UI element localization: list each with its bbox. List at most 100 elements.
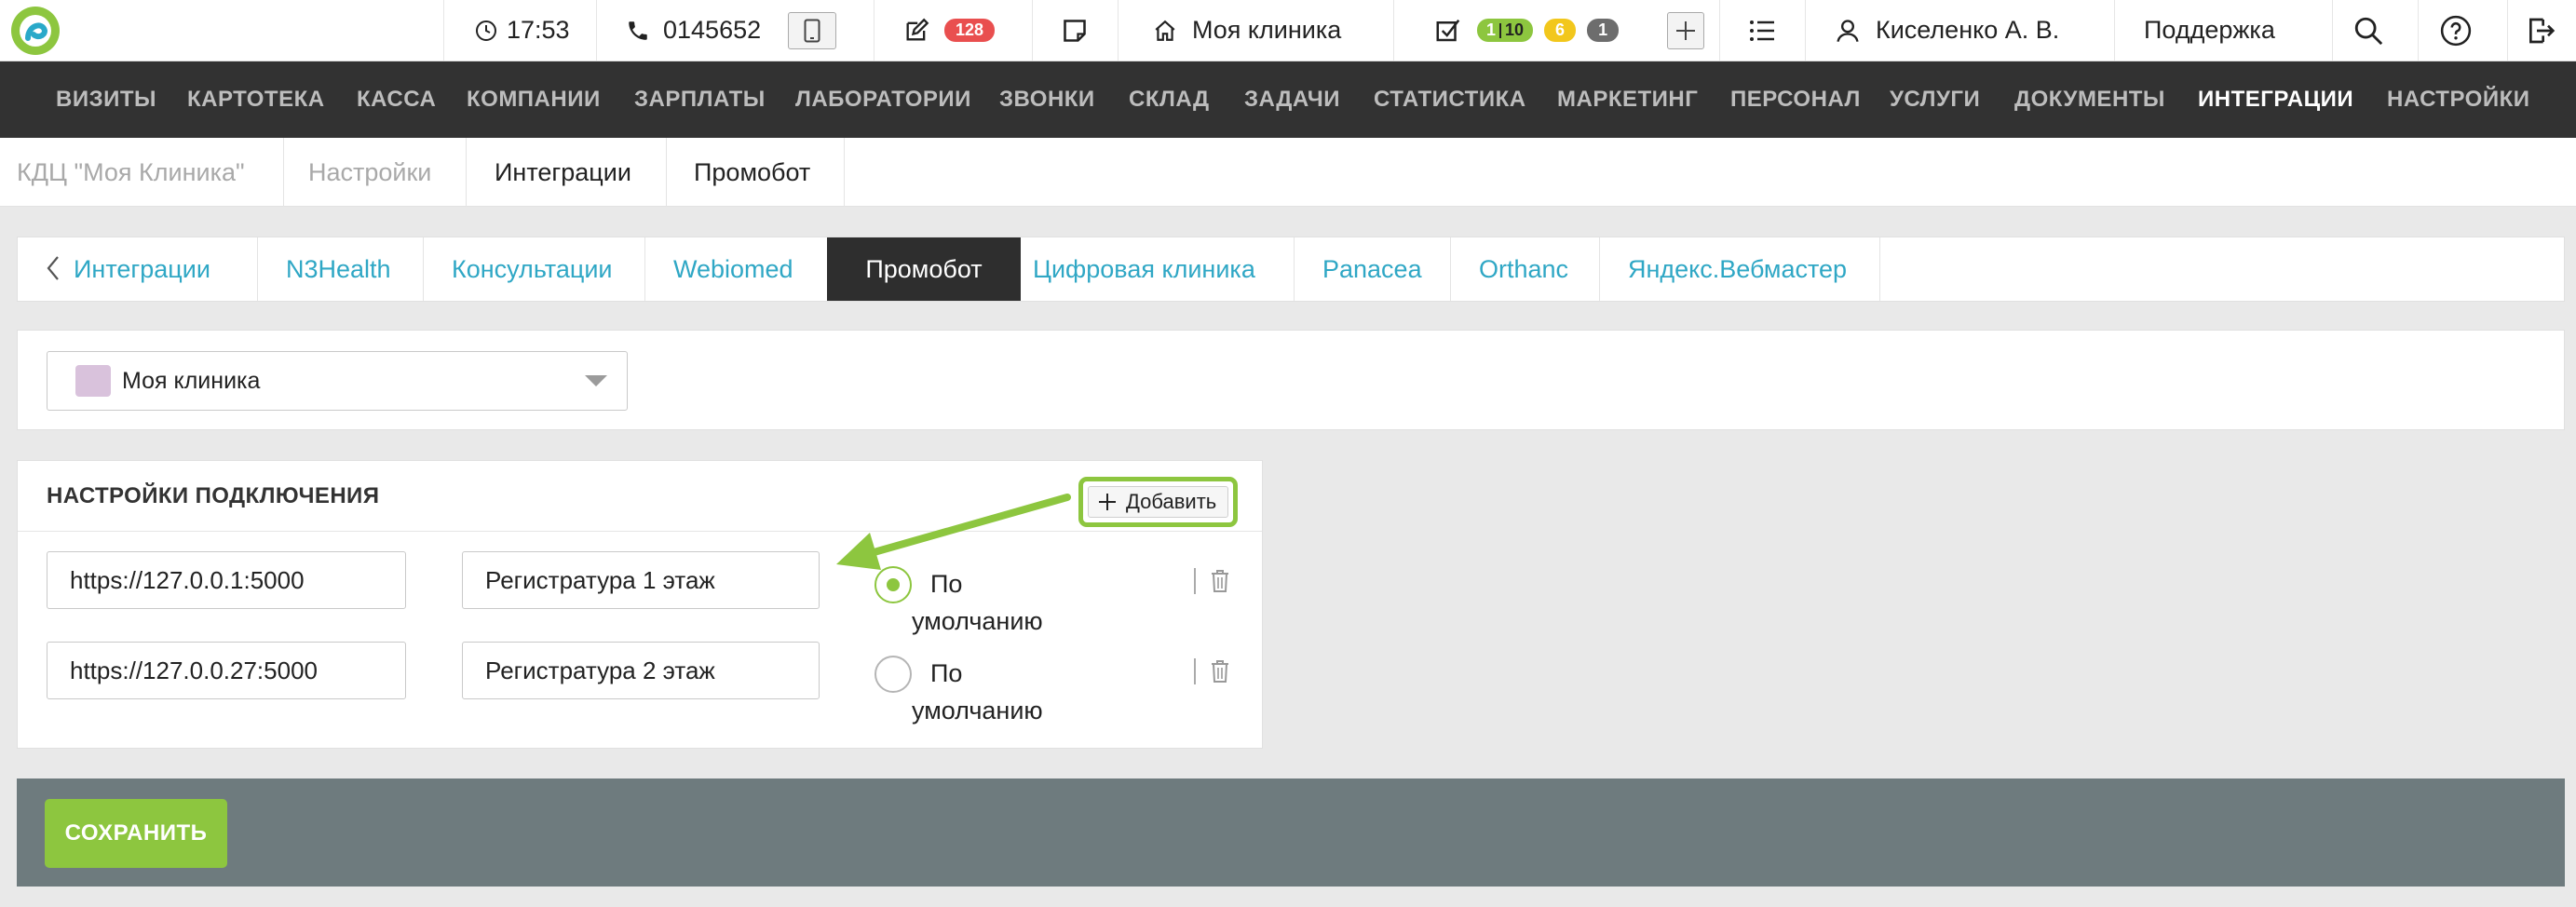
- connection-url-input[interactable]: https://127.0.0.1:5000: [47, 551, 406, 609]
- nav-item-tasks[interactable]: ЗАДАЧИ: [1244, 61, 1340, 138]
- app-logo[interactable]: [9, 0, 61, 61]
- sticky-note-button[interactable]: [1062, 0, 1088, 61]
- tab-yandex-webmaster[interactable]: Яндекс.Вебмастер: [1628, 237, 1847, 301]
- clock-widget: 17:53: [475, 0, 570, 61]
- default-radio-unselected[interactable]: [874, 656, 912, 693]
- connection-settings-title: НАСТРОЙКИ ПОДКЛЮЧЕНИЯ: [47, 483, 380, 508]
- phone-icon: [629, 20, 647, 40]
- connection-settings-card: НАСТРОЙКИ ПОДКЛЮЧЕНИЯ Добавить https://1…: [17, 460, 1263, 749]
- tab-promobot[interactable]: Промобот: [827, 237, 1021, 301]
- tasks-gray-badge: 1: [1587, 19, 1620, 42]
- nav-item-documents[interactable]: ДОКУМЕНТЫ: [2014, 61, 2165, 138]
- add-task-button[interactable]: [1667, 0, 1704, 61]
- user-icon: [1837, 19, 1859, 42]
- breadcrumb-promobot: Промобот: [694, 158, 811, 186]
- connection-settings-header: НАСТРОЙКИ ПОДКЛЮЧЕНИЯ Добавить: [18, 461, 1262, 532]
- clinic-select-value: Моя клиника: [122, 368, 261, 394]
- user-menu[interactable]: Киселенко А. В.: [1835, 0, 2059, 61]
- top-bar: 17:53 0145652 128 Моя клиника 1 10 6 1 К…: [0, 0, 2576, 61]
- connection-url-input[interactable]: https://127.0.0.27:5000: [47, 642, 406, 699]
- help-icon: [2440, 15, 2472, 46]
- clinic-switcher[interactable]: Моя клиника: [1153, 0, 1341, 61]
- footer-bar: СОХРАНИТЬ: [17, 778, 2565, 887]
- tab-back-label: Интеграции: [74, 255, 210, 283]
- trash-icon[interactable]: [1210, 569, 1230, 593]
- tab-webiomed[interactable]: Webiomed: [673, 237, 793, 301]
- tasks-total-count: 10: [1505, 20, 1525, 39]
- nav-item-patients[interactable]: КАРТОТЕКА: [187, 61, 325, 138]
- connection-name-input[interactable]: Регистратура 1 этаж: [462, 551, 820, 609]
- main-nav: ВИЗИТЫ КАРТОТЕКА КАССА КОМПАНИИ ЗАРПЛАТЫ…: [0, 61, 2576, 138]
- clinic-color-swatch: [75, 365, 111, 397]
- nav-item-labs[interactable]: ЛАБОРАТОРИИ: [795, 61, 971, 138]
- default-radio-label-line2: умолчанию: [912, 607, 1043, 635]
- save-button[interactable]: СОХРАНИТЬ: [45, 799, 227, 868]
- tab-n3health[interactable]: N3Health: [286, 237, 391, 301]
- checkbox-tasks-icon: [1436, 19, 1460, 41]
- nav-item-integrations[interactable]: ИНТЕГРАЦИИ: [2198, 61, 2353, 138]
- nav-item-cash[interactable]: КАССА: [357, 61, 436, 138]
- tab-panacea[interactable]: Panacea: [1322, 237, 1422, 301]
- mobile-icon: [804, 19, 820, 42]
- phone-number: 0145652: [663, 16, 762, 44]
- phone-widget[interactable]: 0145652: [626, 0, 761, 61]
- clinic-select[interactable]: Моя клиника: [47, 351, 628, 411]
- add-button-highlight: Добавить: [1078, 477, 1238, 527]
- list-icon: [1750, 20, 1774, 41]
- tab-back-integrations[interactable]: Интеграции: [46, 237, 210, 301]
- add-connection-button[interactable]: Добавить: [1088, 486, 1228, 518]
- connection-name-input[interactable]: Регистратура 2 этаж: [462, 642, 820, 699]
- default-radio-label-line1: По: [930, 570, 963, 598]
- sticky-note-icon: [1064, 19, 1086, 42]
- help-button[interactable]: [2440, 0, 2472, 61]
- tasks-yellow-badge: 6: [1544, 19, 1577, 42]
- nav-item-statistics[interactable]: СТАТИСТИКА: [1374, 61, 1526, 138]
- clock-icon: [476, 20, 496, 41]
- logo-icon: [11, 6, 60, 55]
- tasks-widget[interactable]: 1 10 6 1: [1434, 0, 1620, 61]
- nav-item-services[interactable]: УСЛУГИ: [1890, 61, 1980, 138]
- logout-button[interactable]: [2526, 0, 2556, 61]
- breadcrumb-settings[interactable]: Настройки: [308, 138, 431, 207]
- menu-list-button[interactable]: [1749, 0, 1775, 61]
- notes-widget[interactable]: 128: [903, 0, 996, 61]
- plus-icon: [1099, 494, 1116, 510]
- default-radio-label-line2: умолчанию: [912, 697, 1043, 724]
- caret-down-icon: [585, 375, 607, 386]
- breadcrumb-company[interactable]: КДЦ "Моя Клиника": [17, 138, 245, 207]
- nav-item-marketing[interactable]: МАРКЕТИНГ: [1557, 61, 1698, 138]
- default-radio-selected[interactable]: [874, 566, 912, 603]
- breadcrumb-integrations[interactable]: Интеграции: [495, 138, 631, 207]
- clinic-name: Моя клиника: [1192, 16, 1342, 44]
- logout-icon: [2529, 18, 2556, 43]
- tab-consultations[interactable]: Консультации: [452, 237, 612, 301]
- support-link[interactable]: Поддержка: [2144, 0, 2275, 61]
- tasks-progress-badge: 1 10: [1477, 19, 1534, 42]
- nav-item-salaries[interactable]: ЗАРПЛАТЫ: [634, 61, 766, 138]
- plus-icon: [1676, 20, 1695, 40]
- clinic-select-card: Моя клиника: [17, 330, 2565, 430]
- nav-item-staff[interactable]: ПЕРСОНАЛ: [1730, 61, 1861, 138]
- tab-digital-clinic[interactable]: Цифровая клиника: [1033, 237, 1255, 301]
- drag-handle[interactable]: [1194, 568, 1196, 594]
- integration-tabs: Интеграции N3Health Консультации Webiome…: [17, 237, 2565, 302]
- tab-orthanc[interactable]: Orthanc: [1479, 237, 1568, 301]
- default-radio-label-line1: По: [930, 659, 963, 687]
- nav-item-companies[interactable]: КОМПАНИИ: [467, 61, 601, 138]
- search-button[interactable]: [2352, 0, 2384, 61]
- nav-item-settings[interactable]: НАСТРОЙКИ: [2387, 61, 2529, 138]
- notes-count-badge: 128: [944, 19, 996, 42]
- current-time: 17:53: [507, 16, 570, 44]
- nav-item-visits[interactable]: ВИЗИТЫ: [56, 61, 156, 138]
- breadcrumb: КДЦ "Моя Клиника" Настройки Интеграции П…: [0, 138, 2576, 207]
- search-icon: [2354, 17, 2383, 45]
- home-icon: [1155, 20, 1175, 41]
- chevron-left-icon: [47, 256, 59, 280]
- nav-item-calls[interactable]: ЗВОНКИ: [999, 61, 1095, 138]
- softphone-button[interactable]: [788, 0, 836, 61]
- add-connection-label: Добавить: [1126, 490, 1217, 513]
- trash-icon[interactable]: [1210, 659, 1230, 684]
- nav-item-warehouse[interactable]: СКЛАД: [1129, 61, 1210, 138]
- support-label: Поддержка: [2144, 16, 2275, 44]
- drag-handle[interactable]: [1194, 658, 1196, 684]
